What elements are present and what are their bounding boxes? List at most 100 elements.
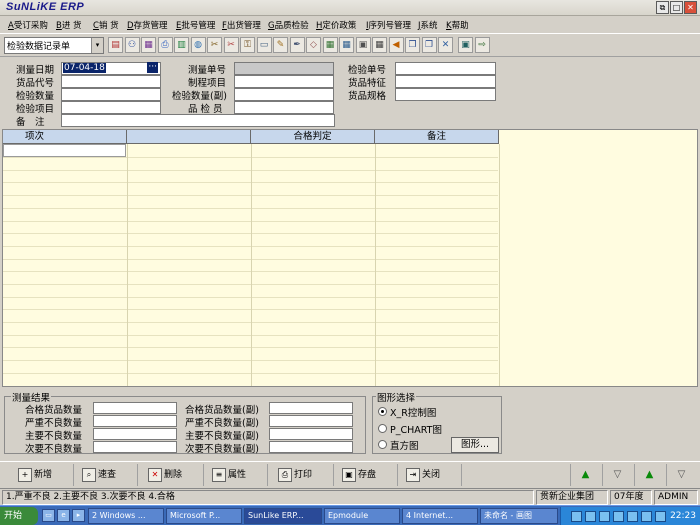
add-button[interactable]: + 新增 — [18, 464, 74, 486]
menu-item-g[interactable]: G品质检验 — [268, 19, 309, 31]
menu-item-f[interactable]: F出货管理 — [222, 19, 261, 31]
severe-bad-field[interactable] — [93, 415, 177, 427]
col-header-pass[interactable]: 合格判定 — [251, 130, 375, 144]
grid-active-cell[interactable] — [3, 144, 126, 157]
item-code-field[interactable] — [61, 75, 161, 88]
radio-histogram[interactable] — [378, 440, 387, 449]
report-icon[interactable]: ▦ — [141, 37, 156, 53]
volume-icon[interactable] — [585, 511, 596, 522]
item-spec-field[interactable] — [395, 88, 496, 101]
severe-bad-sub-field[interactable] — [269, 415, 353, 427]
taskbar-item-internet[interactable]: 4 Internet... — [402, 508, 478, 524]
calculator-icon[interactable]: ▦ — [372, 37, 387, 53]
chevron-down-icon[interactable]: ▾ — [91, 38, 103, 53]
major-bad-field[interactable] — [93, 428, 177, 440]
prev-record-button[interactable]: ▽ — [602, 464, 632, 486]
window-icon[interactable]: ❐ — [421, 37, 437, 53]
radio-p-label[interactable]: P_CHART图 — [390, 422, 442, 436]
col-header-remark[interactable]: 备注 — [375, 130, 499, 144]
screen-icon[interactable]: ▣ — [458, 37, 473, 53]
tray-app-icon[interactable] — [641, 511, 652, 522]
menu-item-k[interactable]: K帮助 — [446, 19, 469, 31]
media-quick-icon[interactable]: ▸ — [72, 509, 85, 522]
close-doc-icon[interactable]: ✕ — [438, 37, 453, 53]
grid-icon[interactable]: ▦ — [339, 37, 354, 53]
document-icon[interactable]: ▭ — [256, 37, 272, 53]
start-button[interactable]: 开始 — [0, 507, 38, 525]
menu-item-j[interactable]: J系统 — [418, 19, 438, 31]
next-record-button[interactable]: ▲ — [634, 464, 664, 486]
save-button[interactable]: ▣ 存盘 — [342, 464, 398, 486]
date-picker-button[interactable]: ··· — [147, 62, 158, 73]
radio-xr-chart[interactable] — [378, 407, 387, 416]
qualified-qty-field[interactable] — [93, 402, 177, 414]
delete-button[interactable]: ✕ 删除 — [148, 464, 204, 486]
tray-misc-icon[interactable] — [655, 511, 666, 522]
desktop-quick-icon[interactable]: ▭ — [42, 509, 55, 522]
menu-item-d[interactable]: D存货管理 — [127, 19, 168, 31]
pen-icon[interactable]: ✒ — [289, 37, 305, 53]
box-icon[interactable]: ▣ — [355, 37, 371, 53]
menu-item-a[interactable]: A受订采购 — [8, 19, 48, 31]
ime-icon[interactable] — [599, 511, 610, 522]
first-record-button[interactable]: ▲ — [570, 464, 600, 486]
speaker-icon[interactable]: ◀ — [388, 37, 404, 53]
eraser-icon[interactable]: ◇ — [306, 37, 321, 53]
taskbar-item-windows[interactable]: 2 Windows ... — [88, 508, 164, 524]
property-button[interactable]: ≡ 属性 — [212, 464, 268, 486]
taskbar-item-epmodule[interactable]: Epmodule — [324, 508, 400, 524]
close-button[interactable]: ⇥ 关闭 — [406, 464, 462, 486]
printer-icon[interactable]: ⎙ — [157, 37, 173, 53]
minor-bad-sub-field[interactable] — [269, 441, 353, 453]
chart-icon[interactable]: ▥ — [174, 37, 189, 53]
inspect-no-field[interactable] — [395, 62, 496, 75]
close-window-button[interactable]: ✕ — [684, 1, 697, 14]
radio-histogram-label[interactable]: 直方图 — [390, 438, 419, 452]
key-icon[interactable]: ⚿ — [240, 37, 255, 53]
globe-icon[interactable]: ◍ — [190, 37, 206, 53]
inspect-qty-field[interactable] — [61, 88, 161, 101]
tools-icon[interactable]: ✂ — [207, 37, 222, 53]
menu-item-e[interactable]: E批号管理 — [176, 19, 215, 31]
menu-item-b[interactable]: B进 货 — [56, 19, 82, 31]
book-icon[interactable]: ▤ — [108, 37, 123, 53]
radio-p-chart[interactable] — [378, 424, 387, 433]
item-feature-field[interactable] — [395, 75, 496, 88]
form-type-select[interactable]: 检验数据记录单 ▾ — [4, 37, 104, 54]
taskbar-item-sunlike[interactable]: SunLike ERP... — [244, 508, 322, 524]
graph-button[interactable]: 图形... — [451, 437, 499, 453]
inspection-grid[interactable]: 项次 合格判定 备注 — [2, 129, 698, 387]
copy-icon[interactable]: ❐ — [405, 37, 420, 53]
col-header-blank[interactable] — [127, 130, 251, 144]
query-button[interactable]: ⌕ 速查 — [82, 464, 138, 486]
browser-quick-icon[interactable]: e — [57, 509, 70, 522]
process-item-field[interactable] — [234, 75, 334, 88]
maximize-button[interactable]: □ — [670, 1, 683, 14]
security-icon[interactable] — [613, 511, 624, 522]
minor-bad-field[interactable] — [93, 441, 177, 453]
taskbar-item-microsoft[interactable]: Microsoft P... — [166, 508, 242, 524]
menu-item-h[interactable]: H定价政策 — [316, 19, 356, 31]
remark-field[interactable] — [61, 114, 335, 127]
col-header-index[interactable]: 项次 — [3, 130, 127, 144]
inspect-item-field[interactable] — [61, 101, 161, 114]
exit-icon[interactable]: ⇨ — [474, 37, 490, 53]
pencil-icon[interactable]: ✎ — [273, 37, 288, 53]
print-button[interactable]: ⎙ 打印 — [278, 464, 334, 486]
grid-body[interactable] — [3, 144, 500, 386]
scissors-icon[interactable]: ✂ — [223, 37, 239, 53]
update-icon[interactable] — [627, 511, 638, 522]
restore-button[interactable]: ⧉ — [656, 1, 669, 14]
measure-date-field[interactable]: 07-04-18 ··· — [61, 62, 161, 75]
taskbar-item-paint[interactable]: 未命名 - 画图 — [480, 508, 558, 524]
network-icon[interactable] — [571, 511, 582, 522]
menu-item-c[interactable]: C销 货 — [93, 19, 119, 31]
menu-item-i[interactable]: I序列号管理 — [366, 19, 411, 31]
radio-xr-label[interactable]: X_R控制图 — [390, 405, 436, 419]
table-icon[interactable]: ▦ — [322, 37, 338, 53]
major-bad-sub-field[interactable] — [269, 428, 353, 440]
inspector-field[interactable] — [234, 101, 334, 114]
qualified-qty-sub-field[interactable] — [269, 402, 353, 414]
users-icon[interactable]: ⚇ — [124, 37, 140, 53]
last-record-button[interactable]: ▽ — [666, 464, 696, 486]
